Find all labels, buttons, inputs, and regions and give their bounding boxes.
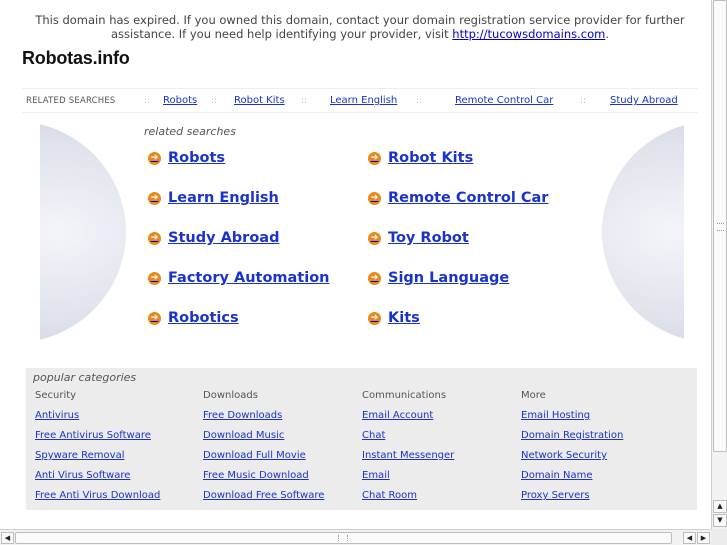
related-search-label: Learn English bbox=[168, 190, 279, 206]
arrow-right-icon: ➔ bbox=[368, 271, 381, 285]
related-search-factory-automation[interactable]: ➔ Factory Automation bbox=[148, 268, 330, 288]
category-link[interactable]: Download Full Movie bbox=[203, 450, 324, 470]
related-search-sign-language[interactable]: ➔ Sign Language bbox=[368, 268, 509, 288]
arrow-right-icon: ➔ bbox=[148, 231, 161, 245]
related-search-kits[interactable]: ➔ Kits bbox=[368, 308, 420, 328]
category-column-downloads: Downloads Free Downloads Download Music … bbox=[203, 390, 324, 510]
category-title: More bbox=[521, 390, 546, 401]
arrow-right-icon: ➔ bbox=[148, 311, 161, 325]
category-link[interactable]: Email Account bbox=[362, 410, 454, 430]
arrow-right-icon: ➔ bbox=[148, 191, 161, 205]
related-search-label: Kits bbox=[388, 310, 420, 326]
category-link[interactable]: Anti Virus Software bbox=[35, 470, 160, 490]
expired-notice-trailing: . bbox=[605, 26, 610, 41]
scroll-left-button[interactable]: ◀ bbox=[1, 532, 14, 544]
category-link[interactable]: Download Free Software bbox=[203, 490, 324, 510]
decorative-arc-right bbox=[602, 123, 684, 341]
related-search-toy-robot[interactable]: ➔ Toy Robot bbox=[368, 228, 469, 248]
popular-categories-heading: popular categories bbox=[33, 371, 137, 384]
category-link[interactable]: Proxy Servers bbox=[521, 490, 623, 510]
related-searches-heading: related searches bbox=[144, 125, 236, 138]
category-title: Security bbox=[35, 390, 77, 401]
category-link[interactable]: Download Music bbox=[203, 430, 324, 450]
category-link[interactable]: Chat Room bbox=[362, 490, 454, 510]
category-link[interactable]: Free Music Download bbox=[203, 470, 324, 490]
related-bar-label: RELATED SEARCHES bbox=[26, 96, 116, 106]
horizontal-scroll-thumb[interactable] bbox=[15, 532, 672, 544]
related-search-label: Factory Automation bbox=[168, 270, 330, 286]
arrow-right-icon: ➔ bbox=[368, 231, 381, 245]
category-link[interactable]: Domain Registration bbox=[521, 430, 623, 450]
related-search-label: Robots bbox=[168, 150, 226, 166]
expired-notice: This domain has expired. If you owned th… bbox=[20, 13, 700, 41]
grip-icon bbox=[717, 223, 724, 231]
category-link[interactable]: Network Security bbox=[521, 450, 623, 470]
category-link[interactable]: Free Antivirus Software bbox=[35, 430, 160, 450]
separator: :: bbox=[211, 96, 218, 106]
related-search-label: Study Abroad bbox=[168, 230, 280, 246]
grip-icon bbox=[338, 535, 348, 541]
related-bar-link-remote-control-car[interactable]: Remote Control Car bbox=[455, 95, 553, 106]
related-search-label: Sign Language bbox=[388, 270, 510, 286]
related-bar-link-robot-kits[interactable]: Robot Kits bbox=[234, 95, 285, 106]
category-link[interactable]: Email Hosting bbox=[521, 410, 623, 430]
related-search-learn-english[interactable]: ➔ Learn English bbox=[148, 188, 279, 208]
scroll-down-button[interactable]: ▼ bbox=[713, 514, 727, 527]
separator: :: bbox=[580, 96, 587, 106]
related-bar-link-study-abroad[interactable]: Study Abroad bbox=[610, 95, 678, 106]
arrow-right-icon: ➔ bbox=[148, 151, 161, 165]
horizontal-scrollbar[interactable]: ◀ ◀ ▶ bbox=[0, 529, 711, 545]
category-link[interactable]: Free Downloads bbox=[203, 410, 324, 430]
decorative-arc-left bbox=[40, 123, 126, 341]
scrollbar-corner bbox=[711, 529, 727, 545]
site-title: Robotas.info bbox=[22, 48, 130, 68]
arrow-right-icon: ➔ bbox=[368, 311, 381, 325]
category-link[interactable]: Instant Messenger bbox=[362, 450, 454, 470]
category-link[interactable]: Free Anti Virus Download bbox=[35, 490, 160, 510]
arrow-right-icon: ➔ bbox=[148, 271, 161, 285]
category-column-communications: Communications Email Account Chat Instan… bbox=[362, 390, 454, 510]
category-column-more: More Email Hosting Domain Registration N… bbox=[521, 390, 623, 510]
category-link[interactable]: Email bbox=[362, 470, 454, 490]
vertical-scrollbar[interactable]: ▲ ▼ bbox=[711, 0, 727, 529]
popular-categories-panel: popular categories Security Antivirus Fr… bbox=[26, 368, 697, 510]
related-search-label: Remote Control Car bbox=[388, 190, 549, 206]
category-title: Downloads bbox=[203, 390, 258, 401]
scroll-right-button[interactable]: ▶ bbox=[697, 532, 710, 544]
related-search-robotics[interactable]: ➔ Robotics bbox=[148, 308, 239, 328]
page-viewport: This domain has expired. If you owned th… bbox=[0, 0, 711, 529]
category-link[interactable]: Antivirus bbox=[35, 410, 160, 430]
category-title: Communications bbox=[362, 390, 447, 401]
separator: :: bbox=[416, 96, 423, 106]
category-link[interactable]: Chat bbox=[362, 430, 454, 450]
related-search-label: Robot Kits bbox=[388, 150, 474, 166]
related-searches-bar: RELATED SEARCHES :: Robots :: Robot Kits… bbox=[22, 88, 698, 113]
category-link[interactable]: Spyware Removal bbox=[35, 450, 160, 470]
arrow-right-icon: ➔ bbox=[368, 191, 381, 205]
category-column-security: Security Antivirus Free Antivirus Softwa… bbox=[35, 390, 160, 510]
related-search-robots[interactable]: ➔ Robots bbox=[148, 148, 225, 168]
vertical-scroll-thumb[interactable] bbox=[713, 0, 727, 452]
separator: :: bbox=[144, 96, 151, 106]
related-bar-link-learn-english[interactable]: Learn English bbox=[330, 95, 397, 106]
arrow-right-icon: ➔ bbox=[368, 151, 381, 165]
separator: :: bbox=[301, 96, 308, 106]
related-search-label: Robotics bbox=[168, 310, 239, 326]
scroll-up-button[interactable]: ▲ bbox=[713, 500, 727, 513]
category-link[interactable]: Domain Name bbox=[521, 470, 623, 490]
related-search-robot-kits[interactable]: ➔ Robot Kits bbox=[368, 148, 473, 168]
related-search-study-abroad[interactable]: ➔ Study Abroad bbox=[148, 228, 279, 248]
related-search-remote-control-car[interactable]: ➔ Remote Control Car bbox=[368, 188, 548, 208]
scroll-left-button-end[interactable]: ◀ bbox=[683, 532, 696, 544]
related-search-label: Toy Robot bbox=[388, 230, 469, 246]
related-bar-link-robots[interactable]: Robots bbox=[163, 95, 197, 106]
tucows-link[interactable]: http://tucowsdomains.com bbox=[452, 27, 605, 41]
